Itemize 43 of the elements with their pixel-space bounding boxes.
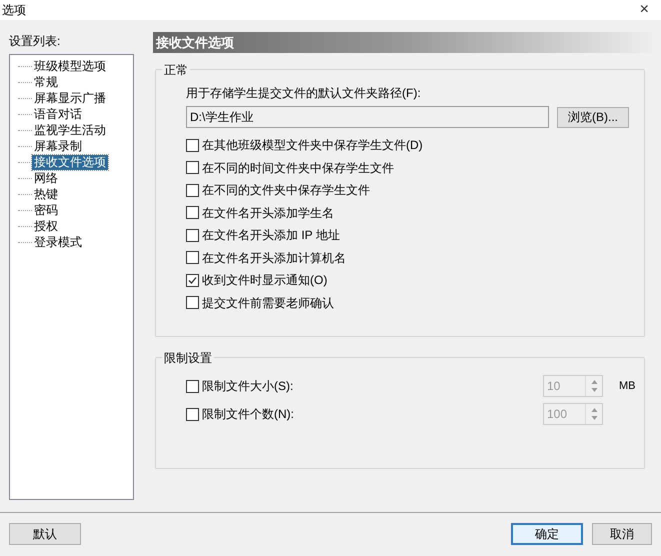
tree-item[interactable]: 网络: [32, 170, 60, 186]
close-button[interactable]: ×: [630, 2, 659, 18]
tree-item[interactable]: 常规: [32, 74, 60, 90]
checked-checkbox[interactable]: [186, 274, 199, 287]
option-label: 收到文件时显示通知(O): [202, 272, 328, 290]
checkbox[interactable]: [186, 228, 199, 242]
tree-item[interactable]: 屏幕显示广播: [32, 90, 108, 106]
unit-label: MB: [619, 378, 636, 394]
tree-item[interactable]: 班级模型选项: [32, 58, 108, 74]
checkbox[interactable]: [186, 138, 199, 152]
default-button[interactable]: 默认: [9, 523, 81, 545]
tree-item[interactable]: 授权: [32, 218, 60, 234]
spin-value: 10: [546, 378, 562, 395]
checkbox[interactable]: [186, 296, 199, 310]
settings-list-label: 设置列表:: [9, 33, 62, 50]
option-label: 在文件名开头添加 IP 地址: [202, 227, 340, 244]
tree-item[interactable]: 接收文件选项: [32, 154, 108, 170]
checkbox[interactable]: [186, 161, 199, 174]
cancel-button[interactable]: 取消: [592, 523, 652, 545]
limit-label: 限制文件大小(S):: [202, 378, 294, 395]
option-label: 在文件名开头添加学生名: [202, 204, 334, 222]
limit-label: 限制文件个数(N):: [202, 406, 295, 423]
folder-path-field[interactable]: D:\学生作业: [186, 106, 549, 128]
option-label: 提交文件前需要老师确认: [202, 294, 334, 312]
checkbox[interactable]: [186, 206, 199, 220]
option-label: 在不同的时间文件夹中保存学生文件: [202, 160, 394, 177]
tree-item[interactable]: 语音对话: [32, 106, 84, 122]
group-title: 限制设置: [162, 349, 214, 367]
spin-value: 100: [546, 406, 568, 423]
tree-item[interactable]: 热键: [32, 186, 60, 202]
checkbox[interactable]: [186, 184, 199, 197]
option-label: 在其他班级模型文件夹中保存学生文件(D): [202, 137, 423, 154]
checkbox[interactable]: [186, 251, 199, 264]
window-title: 选项: [2, 2, 26, 19]
tree-item[interactable]: 密码: [32, 202, 60, 218]
folder-path-label: 用于存储学生提交文件的默认文件夹路径(F):: [186, 85, 422, 100]
option-label: 在文件名开头添加计算机名: [202, 250, 346, 267]
ok-button[interactable]: 确定: [511, 523, 583, 545]
tree-item[interactable]: 监视学生活动: [32, 122, 108, 138]
browse-button[interactable]: 浏览(B)...: [557, 106, 629, 128]
tree-item[interactable]: 屏幕录制: [32, 138, 84, 154]
tree-item[interactable]: 登录模式: [32, 234, 84, 250]
option-label: 在不同的文件夹中保存学生文件: [202, 182, 370, 200]
